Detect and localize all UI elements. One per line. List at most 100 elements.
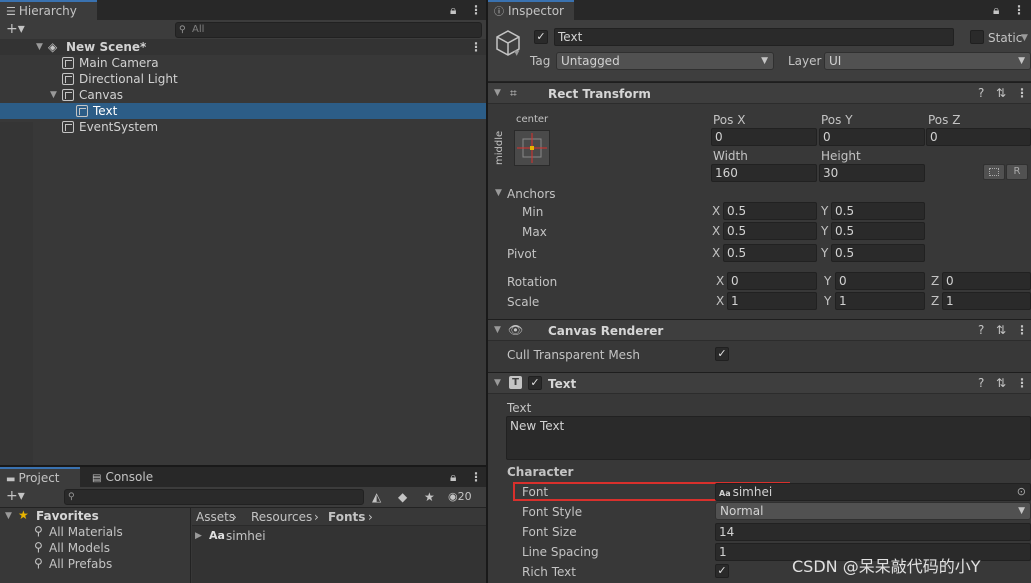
hierarchy-toolbar: +▾ ⚲ All — [0, 20, 486, 41]
more-menu-icon[interactable]: ⋮ — [470, 40, 482, 54]
scale-x-input[interactable]: 1 — [727, 292, 817, 310]
tree-item-main-camera[interactable]: Main Camera — [0, 55, 486, 71]
hidden-eye-icon[interactable]: ◉20 — [448, 490, 472, 504]
breadcrumb-resources[interactable]: Resources — [251, 509, 312, 525]
active-checkbox[interactable]: ✓ — [534, 30, 548, 44]
max-y-input[interactable]: 0.5 — [831, 222, 925, 240]
help-icon[interactable]: ? — [978, 323, 984, 337]
expand-arrow-icon[interactable]: ▼ — [50, 88, 57, 102]
project-toolbar: +▾ ⚲ ◭ ◆ ★ ◉20 — [0, 487, 486, 508]
tab-console-label: Console — [105, 470, 154, 484]
more-menu-icon[interactable]: ⋮ — [1016, 86, 1028, 100]
scale-y-input[interactable]: 1 — [835, 292, 925, 310]
more-menu-icon[interactable]: ⋮ — [470, 3, 482, 17]
pivot-y-input[interactable]: 0.5 — [831, 244, 925, 262]
favorites-label[interactable]: Favorites — [36, 508, 99, 524]
tree-item-scene[interactable]: ▼ ◈ New Scene* ⋮ — [0, 39, 486, 55]
static-checkbox[interactable] — [970, 30, 984, 44]
min-y-input[interactable]: 0.5 — [831, 202, 925, 220]
tree-item-directional-light[interactable]: Directional Light — [0, 71, 486, 87]
pivot-label: Pivot — [507, 247, 537, 261]
breadcrumb-fonts[interactable]: Fonts — [328, 509, 365, 525]
raw-edit-button[interactable]: R — [1006, 164, 1028, 180]
icon-dropdown-arrow-icon[interactable]: ▼ — [514, 46, 519, 60]
tree-item-canvas[interactable]: ▼ Canvas — [0, 87, 486, 103]
object-picker-icon[interactable]: ⊙ — [1017, 484, 1026, 500]
min-x-label: X — [712, 204, 721, 218]
rot-z-input[interactable]: 0 — [942, 272, 1031, 290]
font-style-dropdown[interactable]: Normal ▼ — [715, 502, 1031, 520]
hierarchy-search-input[interactable]: ⚲ All — [175, 22, 482, 38]
font-size-input[interactable]: 14 — [715, 523, 1031, 541]
layer-dropdown[interactable]: UI ▼ — [824, 52, 1031, 70]
scale-z-input[interactable]: 1 — [942, 292, 1031, 310]
font-object-field[interactable]: Aa simhei ⊙ — [715, 483, 1031, 501]
canvas-renderer-header[interactable]: ▼ 👁︎ Canvas Renderer ? ⇅ ⋮ — [488, 319, 1031, 341]
height-input[interactable]: 30 — [819, 164, 925, 182]
rich-text-checkbox[interactable]: ✓ — [715, 564, 729, 578]
breadcrumb-assets[interactable]: Assets — [196, 509, 235, 525]
rect-transform-header[interactable]: ▼ ⌗ Rect Transform ? ⇅ ⋮ — [488, 82, 1031, 104]
font-style-value: Normal — [720, 504, 764, 518]
tree-item-text[interactable]: Text — [0, 103, 486, 119]
add-button[interactable]: +▾ — [6, 489, 25, 503]
text-component-header[interactable]: ▼ T ✓ Text ? ⇅ ⋮ — [488, 372, 1031, 394]
rot-x-input[interactable]: 0 — [727, 272, 817, 290]
anchors-label[interactable]: Anchors — [507, 186, 556, 202]
pivot-x-input[interactable]: 0.5 — [723, 244, 817, 262]
max-x-input[interactable]: 0.5 — [723, 222, 817, 240]
tab-inspector[interactable]: ⓘ Inspector — [488, 0, 574, 20]
object-name-input[interactable]: Text — [554, 28, 954, 46]
help-icon[interactable]: ? — [978, 376, 984, 390]
tab-console[interactable]: ▤ Console — [86, 467, 166, 487]
project-tabbar: ▬ Project ▤ Console 🔒︎ ⋮ — [0, 467, 486, 487]
fold-arrow-icon[interactable]: ▼ — [494, 376, 501, 390]
posz-input[interactable]: 0 — [926, 128, 1031, 146]
help-icon[interactable]: ? — [978, 86, 984, 100]
lock-icon[interactable]: 🔒︎ — [450, 470, 456, 484]
text-enabled-checkbox[interactable]: ✓ — [528, 376, 542, 390]
presets-icon[interactable]: ⇅ — [996, 323, 1006, 337]
presets-icon[interactable]: ⇅ — [996, 376, 1006, 390]
asset-simhei[interactable]: simhei — [226, 528, 266, 544]
fold-arrow-icon[interactable]: ▼ — [494, 323, 501, 337]
max-x-label: X — [712, 224, 721, 238]
favorite-star-icon[interactable]: ★ — [424, 490, 435, 504]
tab-hierarchy[interactable]: ☰ Hierarchy — [0, 0, 97, 20]
min-x-input[interactable]: 0.5 — [723, 202, 817, 220]
expand-arrow-icon[interactable]: ▶ — [195, 529, 202, 543]
static-dropdown-arrow-icon[interactable]: ▼ — [1021, 31, 1028, 45]
posy-input[interactable]: 0 — [819, 128, 925, 146]
project-favorites: ▼ ★ Favorites ⚲ All Materials ⚲ All Mode… — [0, 508, 191, 583]
tree-item-label: Canvas — [79, 88, 124, 102]
text-area[interactable]: New Text — [506, 416, 1031, 460]
lock-icon[interactable]: 🔒︎ — [450, 3, 456, 17]
favorite-all-models[interactable]: All Models — [49, 540, 110, 556]
favorite-all-materials[interactable]: All Materials — [49, 524, 123, 540]
expand-arrow-icon[interactable]: ▼ — [5, 509, 12, 523]
anchor-preset-button[interactable] — [514, 130, 550, 166]
rot-y-input[interactable]: 0 — [835, 272, 925, 290]
lock-icon[interactable]: 🔒︎ — [993, 3, 999, 17]
filter-by-label-icon[interactable]: ◆ — [398, 490, 407, 504]
expand-arrow-icon[interactable]: ▼ — [36, 40, 43, 54]
more-menu-icon[interactable]: ⋮ — [1016, 323, 1028, 337]
fold-arrow-icon[interactable]: ▼ — [494, 86, 501, 100]
presets-icon[interactable]: ⇅ — [996, 86, 1006, 100]
more-menu-icon[interactable]: ⋮ — [1016, 376, 1028, 390]
posx-input[interactable]: 0 — [711, 128, 817, 146]
more-menu-icon[interactable]: ⋮ — [470, 470, 482, 484]
width-input[interactable]: 160 — [711, 164, 817, 182]
favorite-all-prefabs[interactable]: All Prefabs — [49, 556, 112, 572]
project-search-input[interactable]: ⚲ — [64, 489, 364, 505]
tab-project[interactable]: ▬ Project — [0, 467, 80, 487]
anchors-fold-arrow-icon[interactable]: ▼ — [495, 186, 502, 200]
tree-item-eventsystem[interactable]: EventSystem — [0, 119, 486, 135]
more-menu-icon[interactable]: ⋮ — [1013, 3, 1025, 17]
tag-dropdown[interactable]: Untagged ▼ — [556, 52, 774, 70]
posx-label: Pos X — [713, 113, 746, 127]
cull-transparent-mesh-checkbox[interactable]: ✓ — [715, 347, 729, 361]
blueprint-mode-button[interactable] — [983, 164, 1005, 180]
add-button[interactable]: +▾ — [6, 22, 25, 36]
filter-by-type-icon[interactable]: ◭ — [372, 490, 381, 504]
